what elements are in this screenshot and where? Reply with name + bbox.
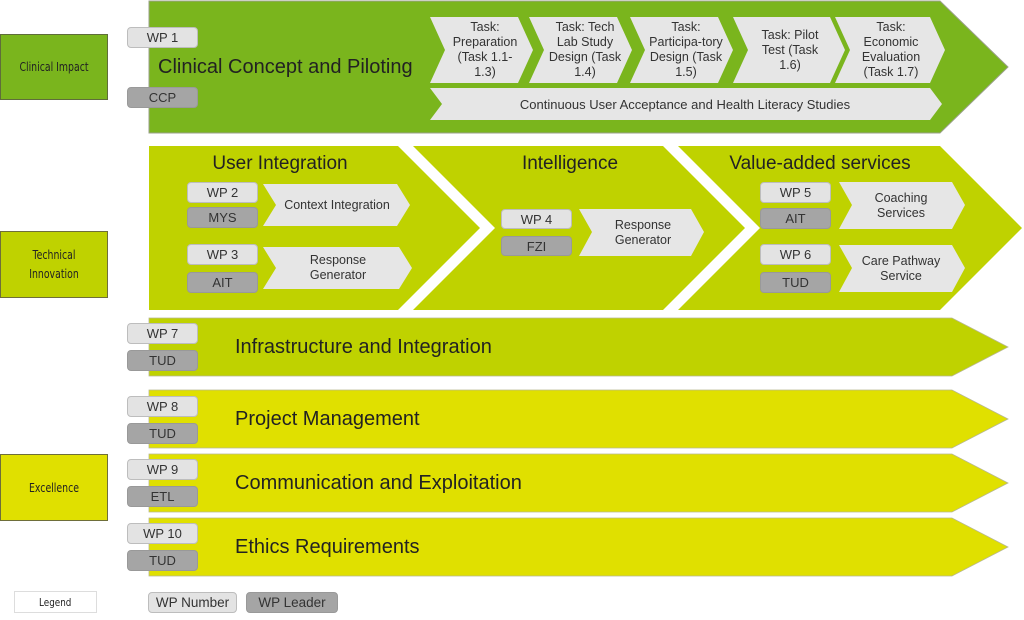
wp3-leader-badge: AIT: [187, 272, 258, 293]
continuous-task-label: Continuous User Acceptance and Health Li…: [519, 96, 851, 112]
category-clinical-impact: Clinical Impact: [0, 34, 108, 100]
task-label: Task: Participa-tory Design (Task 1.5): [649, 20, 723, 79]
task-label: Task: Preparation (Task 1.1-1.3): [452, 20, 518, 79]
legend-label-box: Legend: [14, 591, 97, 613]
group-title-intelligence: Intelligence: [521, 153, 619, 174]
wp6-number-badge: WP 6: [760, 244, 831, 265]
wp8-title: Project Management: [235, 408, 420, 430]
wp2-leader-badge: MYS: [187, 207, 258, 228]
wp3-task-label: Response Generator: [309, 253, 367, 282]
group-title-user-integration: User Integration: [212, 153, 348, 174]
category-excellence: Excellence: [0, 454, 108, 521]
wp7-leader-badge: TUD: [127, 350, 198, 371]
wp1-number-badge: WP 1: [127, 27, 198, 48]
task-label: Task: Tech Lab Study Design (Task 1.4): [548, 20, 622, 79]
wp4-leader-badge: FZI: [501, 236, 572, 256]
category-label: Technical Innovation: [29, 247, 79, 281]
legend-wp-leader: WP Leader: [246, 592, 338, 613]
wp9-number-badge: WP 9: [127, 459, 198, 480]
wp9-title: Communication and Exploitation: [235, 472, 522, 494]
wp4-number-badge: WP 4: [501, 209, 572, 229]
wp7-number-badge: WP 7: [127, 323, 198, 344]
group-title-value-added-services: Value-added services: [729, 153, 911, 174]
task-label: Task: Pilot Test (Task 1.6): [761, 27, 819, 72]
wp5-task-label: Coaching Services: [874, 190, 928, 220]
wp5-number-badge: WP 5: [760, 182, 831, 203]
wp8-number-badge: WP 8: [127, 396, 198, 417]
legend-label: Legend: [39, 595, 72, 609]
wp2-number-badge: WP 2: [187, 182, 258, 203]
wp9-leader-badge: ETL: [127, 486, 198, 507]
category-label: Clinical Impact: [19, 60, 89, 74]
wp10-leader-badge: TUD: [127, 550, 198, 571]
wp10-number-badge: WP 10: [127, 523, 198, 544]
wp8-leader-badge: TUD: [127, 423, 198, 444]
wp1-title: Clinical Concept and Piloting: [158, 56, 413, 78]
wp5-leader-badge: AIT: [760, 208, 831, 229]
wp6-leader-badge: TUD: [760, 272, 831, 293]
wp4-task-label: Response Generator: [614, 217, 672, 247]
category-technical-innovation: Technical Innovation: [0, 231, 108, 298]
wp2-task-label: Context Integration: [284, 197, 390, 212]
wp6-task-label: Care Pathway Service: [861, 253, 941, 283]
category-label: Excellence: [29, 480, 79, 495]
wp7-title: Infrastructure and Integration: [235, 336, 492, 358]
task-label: Task: Economic Evaluation (Task 1.7): [861, 20, 921, 79]
wp10-title: Ethics Requirements: [235, 536, 420, 558]
wp1-leader-badge: CCP: [127, 87, 198, 108]
legend-wp-number: WP Number: [148, 592, 237, 613]
wp3-number-badge: WP 3: [187, 244, 258, 265]
